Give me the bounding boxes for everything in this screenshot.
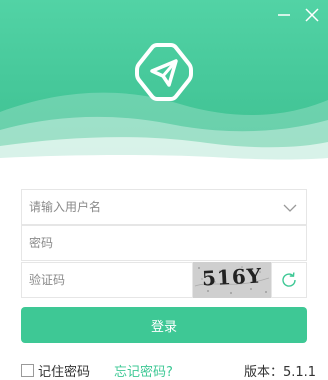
password-field[interactable] <box>21 225 307 261</box>
remember-password-label: 记住密码 <box>38 365 91 380</box>
minimize-button[interactable] <box>274 5 294 25</box>
captcha-input[interactable] <box>22 263 192 297</box>
refresh-icon <box>282 272 296 287</box>
header-banner <box>0 0 328 172</box>
captcha-field[interactable] <box>21 262 193 298</box>
chevron-down-icon[interactable] <box>282 200 298 216</box>
captcha-image[interactable]: 516Y <box>193 262 271 298</box>
paper-plane-icon <box>135 43 193 101</box>
password-input[interactable] <box>22 226 306 260</box>
refresh-captcha-button[interactable] <box>271 262 307 298</box>
username-input[interactable] <box>22 190 306 224</box>
minimize-icon <box>278 14 290 16</box>
login-button[interactable]: 登录 <box>21 307 307 343</box>
close-icon <box>305 8 319 22</box>
forgot-password-link[interactable]: 忘记密码? <box>114 361 173 380</box>
close-button[interactable] <box>302 5 322 25</box>
remember-password-checkbox[interactable] <box>21 364 34 377</box>
version-text: 版本：5.1.1 <box>244 365 317 380</box>
captcha-text: 516Y <box>201 263 263 291</box>
username-field[interactable] <box>21 189 307 225</box>
